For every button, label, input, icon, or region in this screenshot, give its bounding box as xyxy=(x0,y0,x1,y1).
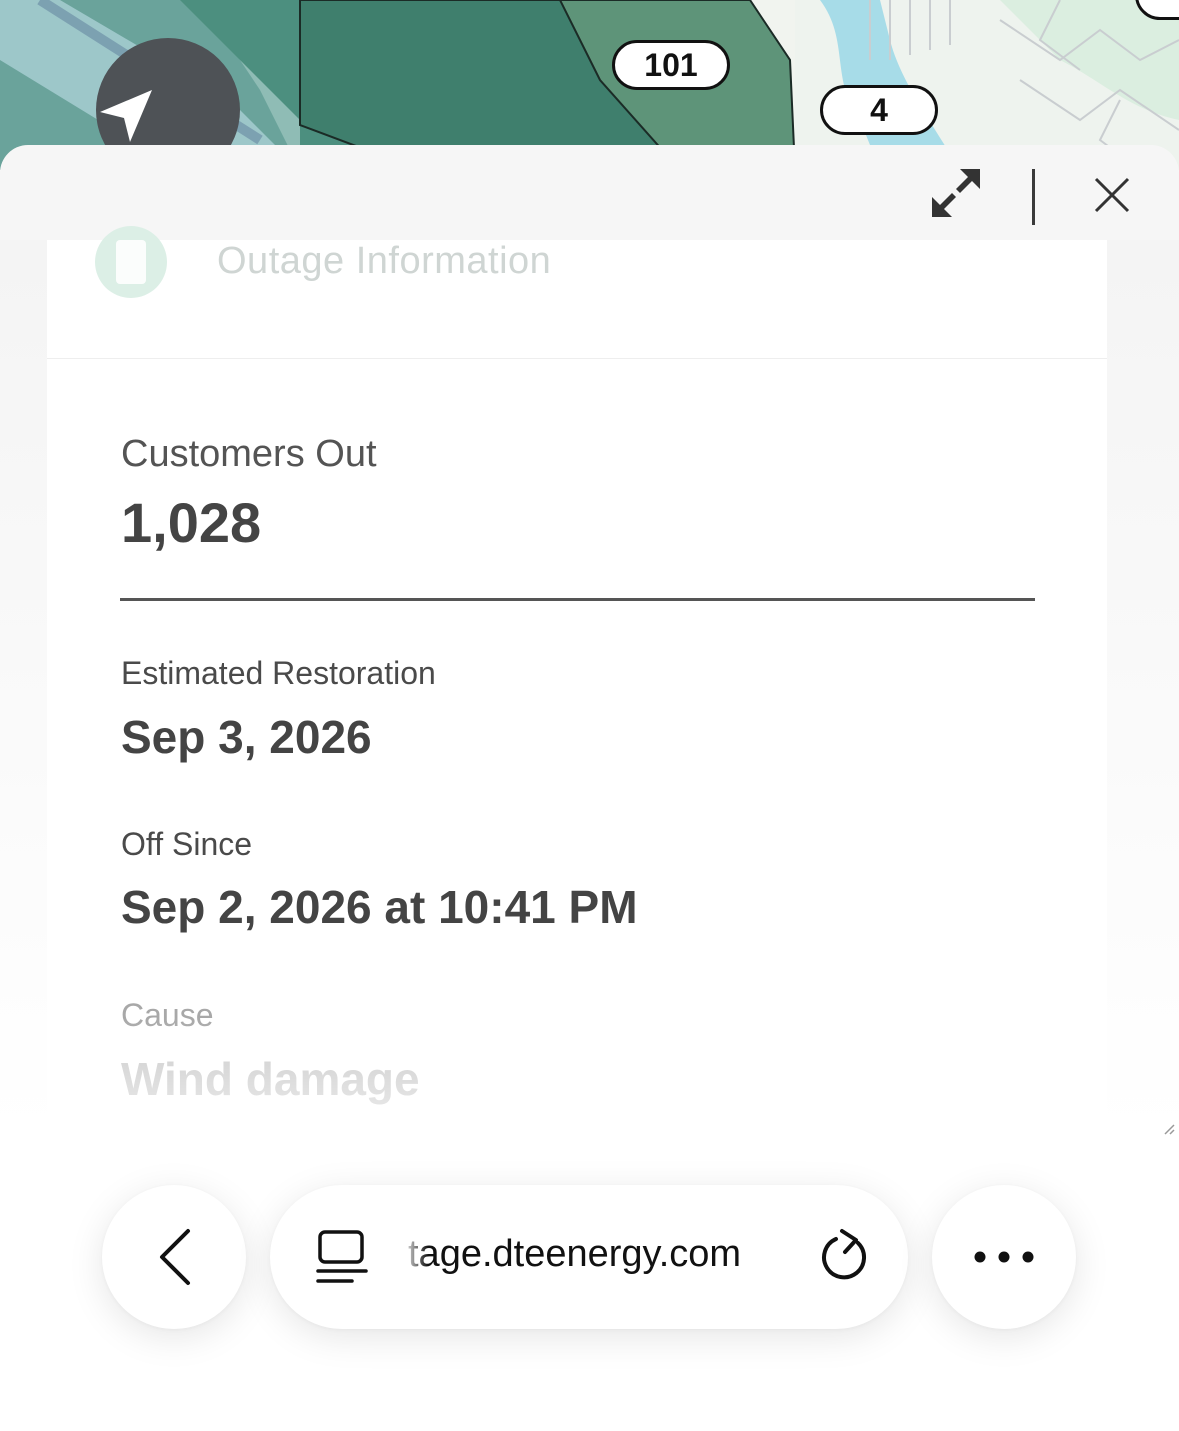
outage-icon xyxy=(95,226,167,298)
panel-toolbar xyxy=(0,145,1179,240)
card-header: Outage Information xyxy=(47,226,1107,359)
card-title: Outage Information xyxy=(217,240,552,282)
customers-out-label: Customers Out xyxy=(121,433,377,475)
outage-card: Outage Information Customers Out 1,028 E… xyxy=(47,226,1107,1137)
more-options-button[interactable] xyxy=(932,1185,1076,1329)
estimated-restoration-label: Estimated Restoration xyxy=(121,655,436,691)
off-since-value: Sep 2, 2026 at 10:41 PM xyxy=(121,881,638,933)
chevron-left-icon xyxy=(160,1229,190,1285)
reload-icon[interactable] xyxy=(818,1227,874,1287)
resize-handle-icon[interactable] xyxy=(1163,1123,1175,1135)
expand-button[interactable] xyxy=(926,165,986,221)
cause-label: Cause xyxy=(121,997,214,1033)
close-icon xyxy=(1094,177,1130,213)
cause-value: Wind damage xyxy=(121,1053,420,1105)
navigation-arrow-icon xyxy=(100,90,152,142)
close-button[interactable] xyxy=(1086,169,1138,221)
card-divider xyxy=(120,598,1035,601)
panel-edge xyxy=(0,240,47,1137)
route-number: 4 xyxy=(870,91,888,128)
panel-edge xyxy=(1107,240,1179,1137)
toolbar-divider xyxy=(1032,169,1035,225)
route-badge-101[interactable]: 101 xyxy=(612,23,730,105)
back-button[interactable] xyxy=(102,1185,246,1329)
url-fade xyxy=(402,1225,428,1285)
estimated-restoration-value: Sep 3, 2026 xyxy=(121,711,372,763)
outage-details-panel: Outage Information Customers Out 1,028 E… xyxy=(0,145,1179,1137)
address-bar[interactable]: tage.dteenergy.com xyxy=(270,1185,908,1329)
customers-out-value: 1,028 xyxy=(121,491,262,554)
expand-arrows-icon xyxy=(932,169,980,217)
browser-toolbar: tage.dteenergy.com xyxy=(0,1137,1179,1431)
reader-mode-icon[interactable] xyxy=(316,1229,368,1285)
route-badge-4[interactable]: 4 xyxy=(820,68,938,135)
off-since-label: Off Since xyxy=(121,826,253,862)
url-text[interactable]: tage.dteenergy.com xyxy=(408,1233,788,1276)
more-dots-icon xyxy=(974,1251,1034,1263)
route-number: 101 xyxy=(644,46,698,83)
